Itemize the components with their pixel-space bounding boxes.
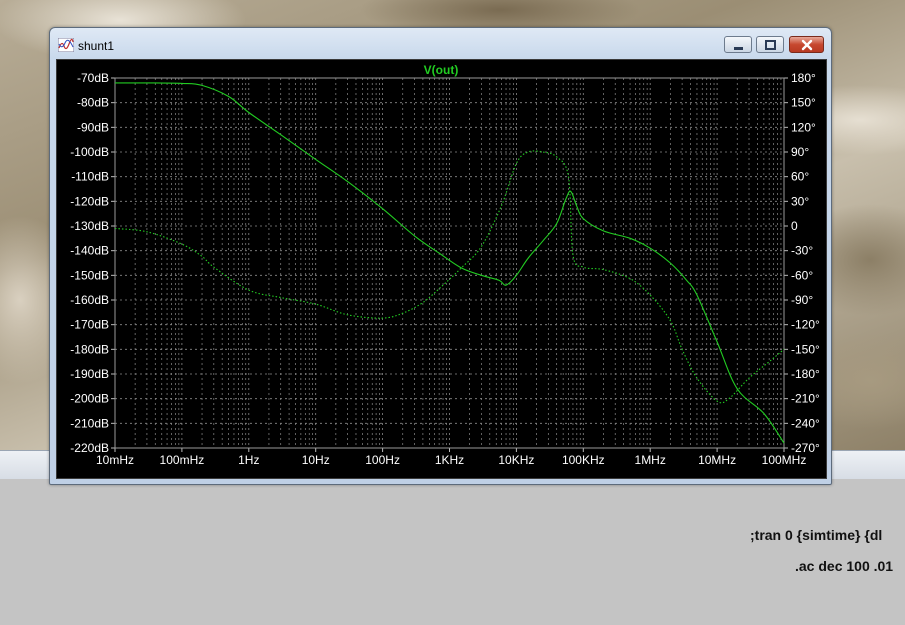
minimize-button[interactable] (724, 36, 752, 53)
x-axis-labels: 10mHz 100mHz 1Hz 10Hz 100Hz 1KHz 10KHz 100KHz 1M… (96, 453, 806, 467)
y-tick-label-left: -110dB (71, 170, 109, 184)
y-tick-label-left: -200dB (70, 392, 109, 406)
y-tick-label-right: -30° (791, 244, 813, 258)
x-tick-label: 1KHz (435, 453, 464, 467)
y-tick-label-left: -100dB (70, 145, 109, 159)
y-tick-label-right: 180° (791, 71, 816, 85)
x-tick-label: 100MHz (762, 453, 807, 467)
y-tick-label-right: -240° (791, 416, 820, 430)
schematic-canvas[interactable] (0, 479, 905, 625)
y-tick-label-left: -80dB (77, 96, 109, 110)
x-tick-label: 1Hz (238, 453, 259, 467)
x-tick-label: 100Hz (365, 453, 400, 467)
y-tick-label-right: -150° (791, 342, 820, 356)
y-tick-label-left: -170dB (70, 318, 109, 332)
y-tick-label-right: -60° (791, 268, 813, 282)
maximize-button[interactable] (756, 36, 784, 53)
ac-directive[interactable]: .ac dec 100 .01 (795, 558, 893, 574)
x-tick-label: 10MHz (698, 453, 736, 467)
y-tick-label-right: -180° (791, 367, 820, 381)
major-grid (111, 77, 788, 452)
close-button[interactable] (789, 36, 824, 53)
window-title: shunt1 (78, 39, 115, 53)
y-tick-label-left: -120dB (70, 194, 109, 208)
y-tick-label-right: 150° (791, 96, 816, 110)
y-tick-label-right: -210° (791, 392, 820, 406)
y-tick-label-left: -130dB (70, 219, 109, 233)
minimize-icon (734, 47, 743, 50)
y-tick-label-right: 30° (791, 194, 809, 208)
tran-directive[interactable]: ;tran 0 {simtime} {dl (750, 527, 882, 543)
window-titlebar[interactable]: shunt1 (50, 28, 831, 56)
y-axis-right-labels: 180° 150° 120° 90° 60° 30° 0 -30° -60° -90° -120° -… (791, 71, 820, 455)
y-tick-label-right: 90° (791, 145, 809, 159)
x-tick-label: 100mHz (160, 453, 205, 467)
waveform-window[interactable]: shunt1 V(out) -70dB -80dB -90dB -100dB -110d… (49, 27, 832, 485)
trace-label-vout[interactable]: V(out) (424, 63, 459, 77)
y-tick-label-right: -90° (791, 293, 813, 307)
x-tick-label: 10Hz (302, 453, 330, 467)
bode-plot[interactable]: V(out) -70dB -80dB -90dB -100dB -110dB -120dB… (57, 60, 826, 478)
y-tick-label-right: 120° (791, 120, 816, 134)
y-tick-label-left: -160dB (70, 293, 109, 307)
y-tick-label-left: -180dB (70, 342, 109, 356)
y-tick-label-right: -120° (791, 318, 820, 332)
y-tick-label-left: -190dB (70, 367, 109, 381)
x-tick-label: 10mHz (96, 453, 134, 467)
x-tick-label: 100KHz (562, 453, 605, 467)
y-tick-label-left: -210dB (70, 416, 109, 430)
maximize-icon (765, 40, 776, 50)
y-axis-left-labels: -70dB -80dB -90dB -100dB -110dB -120dB -130dB -… (70, 71, 109, 455)
y-tick-label-right: 0 (791, 219, 798, 233)
y-tick-label-left: -150dB (70, 268, 109, 282)
plot-pane[interactable]: V(out) -70dB -80dB -90dB -100dB -110dB -120dB… (56, 59, 827, 479)
y-tick-label-right: 60° (791, 170, 809, 184)
close-icon (801, 39, 813, 51)
minor-grid (134, 78, 782, 448)
x-tick-label: 10KHz (498, 453, 534, 467)
waveform-icon (58, 38, 74, 52)
y-tick-label-left: -90dB (77, 120, 109, 134)
x-tick-label: 1MHz (635, 453, 666, 467)
y-tick-label-left: -140dB (70, 244, 109, 258)
y-tick-label-left: -70dB (77, 71, 109, 85)
